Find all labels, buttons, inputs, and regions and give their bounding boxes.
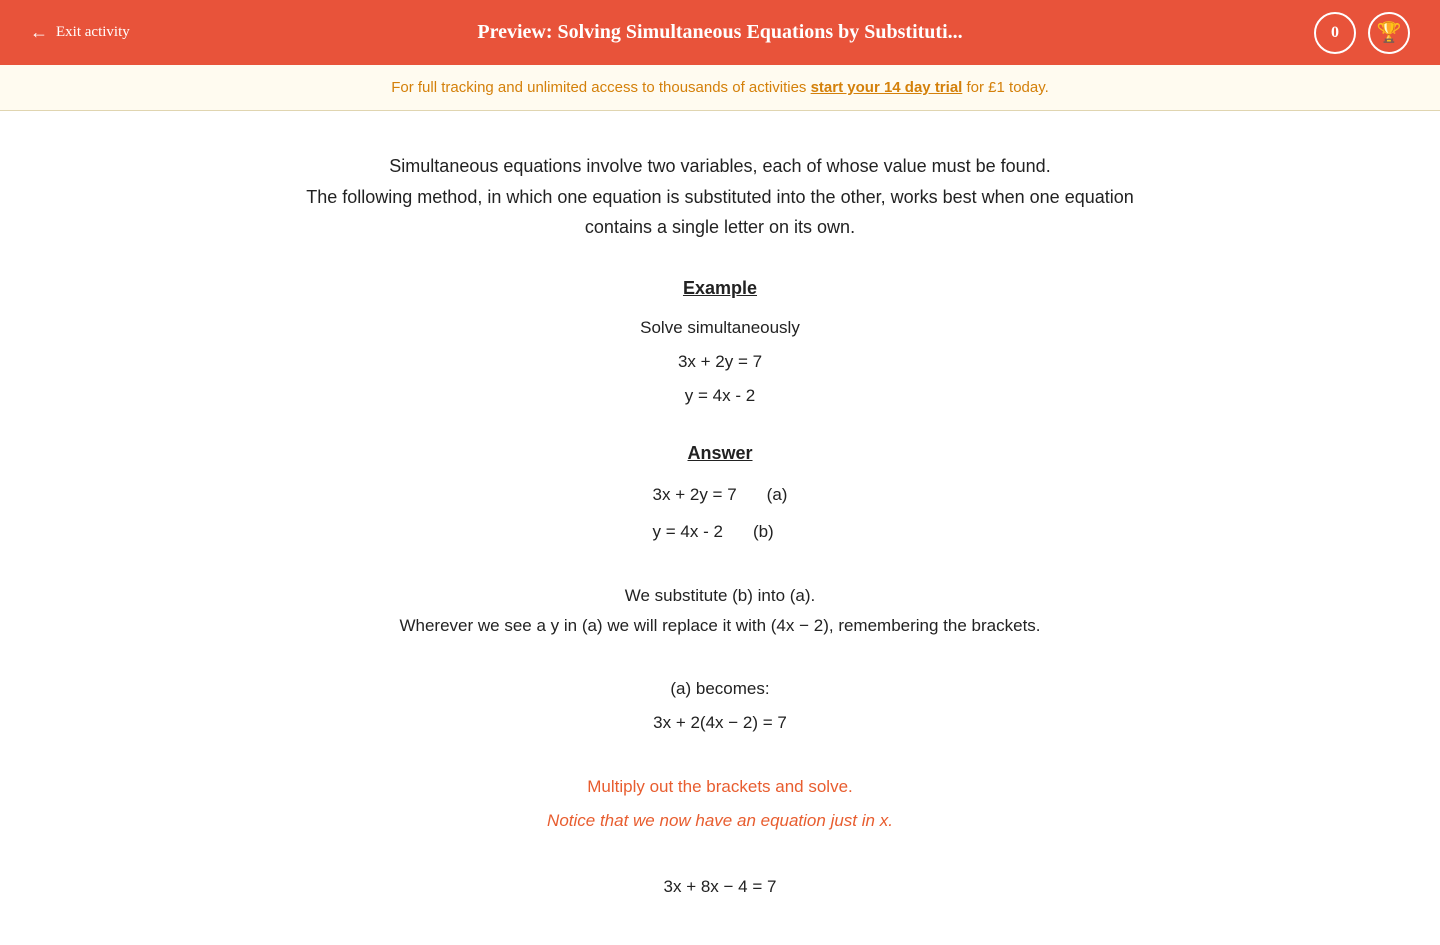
example-eq1: 3x + 2y = 7 [80, 345, 1360, 379]
trophy-badge[interactable]: 🏆 [1368, 12, 1410, 54]
exit-arrow-icon: ← [30, 22, 48, 43]
trial-link[interactable]: start your 14 day trial [811, 79, 963, 96]
highlight-section: Multiply out the brackets and solve. Not… [80, 770, 1360, 838]
page-title: Preview: Solving Simultaneous Equations … [477, 21, 962, 44]
answer-eq1-row: 3x + 2y = 7 (a) [653, 476, 788, 513]
answer-eq2-label: (b) [753, 513, 774, 550]
becomes-label: (a) becomes: [80, 672, 1360, 706]
substitute-line1: We substitute (b) into (a). [80, 581, 1360, 612]
exit-activity-button[interactable]: ← Exit activity [30, 22, 130, 43]
main-header: ← Exit activity Preview: Solving Simulta… [0, 0, 1440, 65]
promo-banner: For full tracking and unlimited access t… [0, 65, 1440, 111]
banner-text-after: for £1 today. [967, 79, 1049, 96]
banner-text-before: For full tracking and unlimited access t… [391, 79, 810, 96]
answer-eq2-row: y = 4x - 2 (b) [653, 513, 788, 550]
example-section: Example Solve simultaneously 3x + 2y = 7… [80, 278, 1360, 413]
becomes-section: (a) becomes: 3x + 2(4x − 2) = 7 [80, 672, 1360, 740]
example-eq2: y = 4x - 2 [80, 379, 1360, 413]
main-content: Simultaneous equations involve two varia… [0, 111, 1440, 945]
highlight-line2: Notice that we now have an equation just… [80, 804, 1360, 838]
score-value: 0 [1331, 24, 1339, 42]
becomes-equation: 3x + 2(4x − 2) = 7 [80, 706, 1360, 740]
exit-activity-label: Exit activity [56, 24, 130, 41]
example-heading: Example [80, 278, 1360, 299]
solve-simultaneously-label: Solve simultaneously [80, 311, 1360, 345]
intro-line2: The following method, in which one equat… [80, 182, 1360, 213]
substitute-section: We substitute (b) into (a). Wherever we … [80, 581, 1360, 642]
score-badge: 0 [1314, 12, 1356, 54]
highlight-line1: Multiply out the brackets and solve. [80, 770, 1360, 804]
answer-heading: Answer [80, 443, 1360, 464]
answer-section: Answer 3x + 2y = 7 (a) y = 4x - 2 (b) [80, 443, 1360, 551]
substitute-line2: Wherever we see a y in (a) we will repla… [80, 611, 1360, 642]
answer-eq1: 3x + 2y = 7 [653, 476, 737, 513]
intro-block: Simultaneous equations involve two varia… [80, 151, 1360, 243]
intro-line3: contains a single letter on its own. [80, 212, 1360, 243]
trophy-icon: 🏆 [1377, 20, 1402, 45]
answer-equations-block: 3x + 2y = 7 (a) y = 4x - 2 (b) [653, 476, 788, 551]
intro-line1: Simultaneous equations involve two varia… [80, 151, 1360, 182]
answer-eq1-label: (a) [767, 476, 788, 513]
header-right-controls: 0 🏆 [1314, 12, 1410, 54]
answer-eq2: y = 4x - 2 [653, 513, 723, 550]
